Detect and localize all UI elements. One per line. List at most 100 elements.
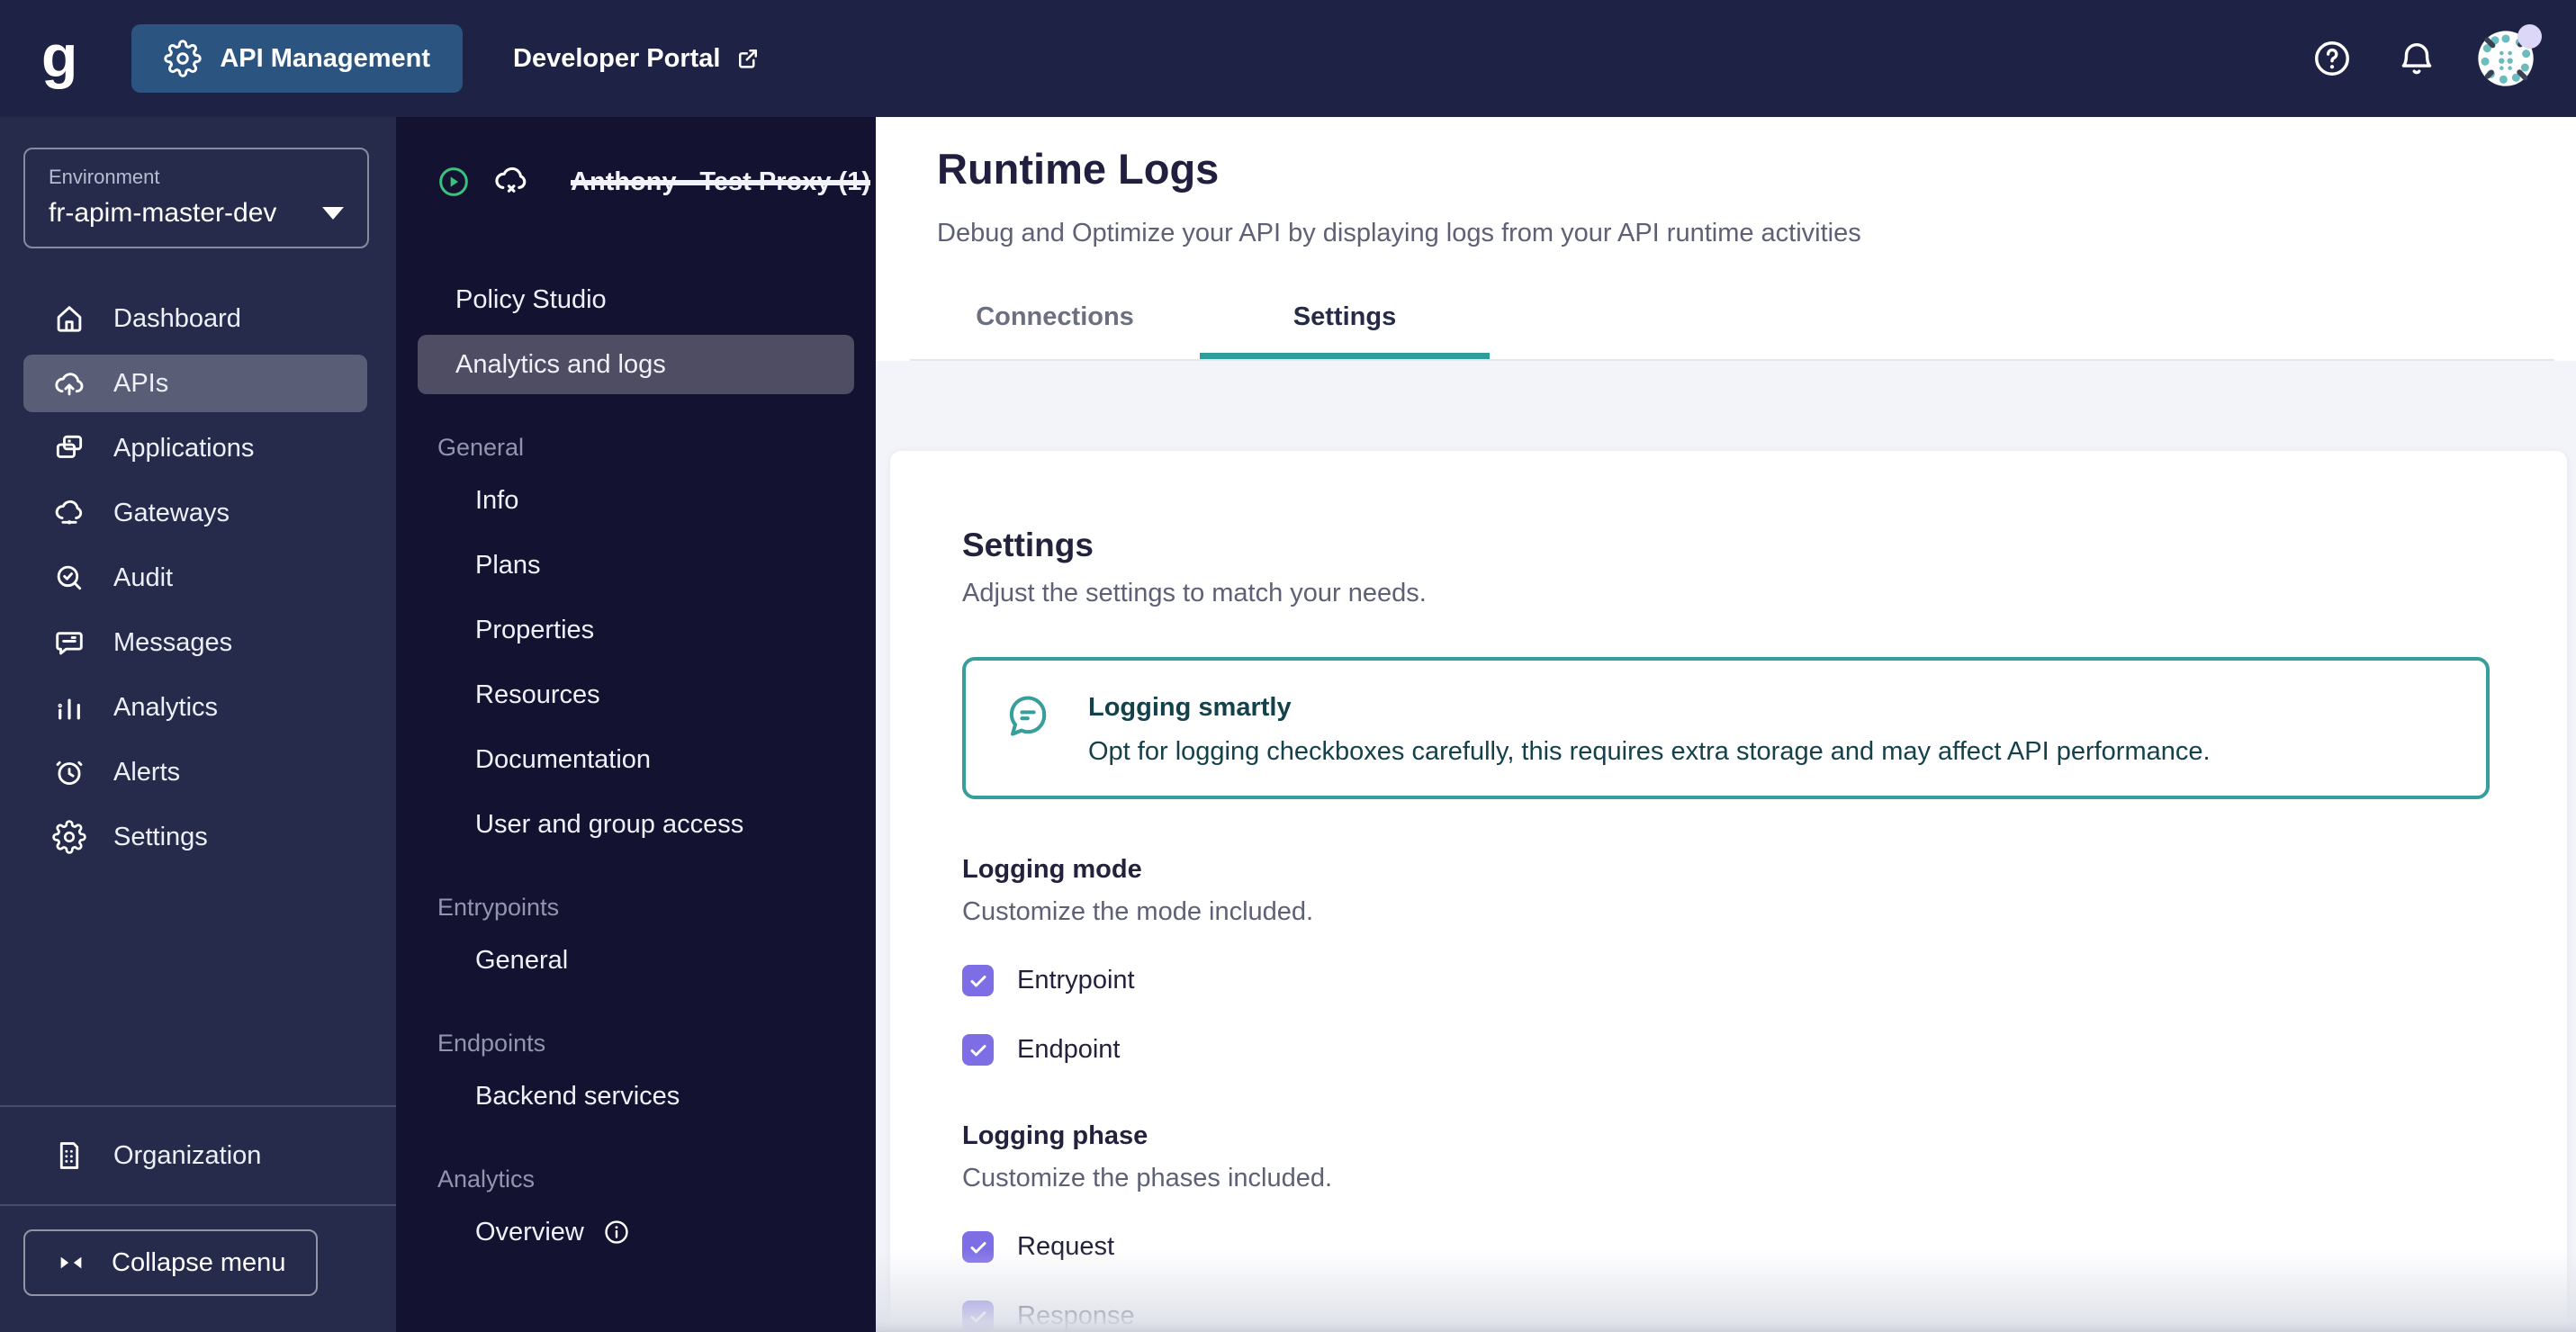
tab-connections[interactable]: Connections <box>910 302 1200 359</box>
logging-smartly-callout: Logging smartly Opt for logging checkbox… <box>962 657 2490 799</box>
chat-bubble-icon <box>1002 689 1054 742</box>
sidebar-item-applications[interactable]: Applications <box>23 419 367 477</box>
collapse-menu-label: Collapse menu <box>112 1247 286 1277</box>
api-menu-item-plans[interactable]: Plans <box>418 536 854 595</box>
collapse-icon <box>56 1247 86 1278</box>
divider <box>0 1204 396 1206</box>
api-menu-item-backend-services[interactable]: Backend services <box>418 1066 854 1126</box>
group-title: Logging phase <box>962 1121 1148 1150</box>
applications-icon <box>52 431 86 465</box>
sidebar-item-label: Gateways <box>113 498 230 527</box>
group-subtitle: Customize the mode included. <box>962 897 1314 926</box>
sidebar-item-settings[interactable]: Settings <box>23 808 367 866</box>
avatar[interactable] <box>2477 24 2542 87</box>
developer-portal-link[interactable]: Developer Portal <box>513 44 761 74</box>
sidebar-item-label: Messages <box>113 627 233 657</box>
external-link-icon <box>734 45 761 72</box>
api-menu: Anthony - Test Proxy (1) Policy Studio A… <box>396 117 876 1332</box>
page-subtitle: Debug and Optimize your API by displayin… <box>937 219 1861 248</box>
logging-phase-group: Logging phase Customize the phases inclu… <box>962 1121 2495 1332</box>
cloud-upload-icon <box>52 366 86 400</box>
api-menu-item-documentation[interactable]: Documentation <box>418 730 854 789</box>
tab-settings[interactable]: Settings <box>1200 302 1490 359</box>
sidebar-item-alerts[interactable]: Alerts <box>23 743 367 801</box>
api-menu-section-entrypoints: Entrypoints <box>437 894 560 921</box>
notifications-icon[interactable] <box>2396 38 2437 79</box>
checkbox-label: Entrypoint <box>1017 966 1135 994</box>
environment-label: Environment <box>49 166 160 188</box>
api-menu-item-info[interactable]: Info <box>418 471 854 530</box>
tabs-bar: Connections Settings <box>910 302 2554 361</box>
checkbox-label: Request <box>1017 1232 1115 1261</box>
gear-icon <box>164 40 203 77</box>
environment-select[interactable]: Environment fr-apim-master-dev <box>23 148 369 248</box>
sidebar-item-label: Organization <box>113 1140 262 1170</box>
sidebar-item-label: Alerts <box>113 757 181 787</box>
not-deployed-icon <box>491 162 531 202</box>
sidebar-item-label: Settings <box>113 822 208 851</box>
cloud-gateway-icon <box>52 496 86 530</box>
sidebar-item-audit[interactable]: Audit <box>23 549 367 607</box>
api-management-label: API Management <box>220 43 430 73</box>
bar-chart-icon <box>52 690 86 724</box>
api-menu-item-analytics-and-logs[interactable]: Analytics and logs <box>418 335 854 394</box>
topbar: g API Management Developer Portal <box>0 0 2576 117</box>
alarm-icon <box>52 755 86 789</box>
home-icon <box>52 302 86 336</box>
gear-icon <box>52 820 86 854</box>
endpoint-checkbox[interactable] <box>962 1034 994 1066</box>
sidebar-item-analytics[interactable]: Analytics <box>23 679 367 736</box>
sidebar-item-messages[interactable]: Messages <box>23 614 367 671</box>
message-icon <box>52 626 86 660</box>
environment-value: fr-apim-master-dev <box>49 198 277 228</box>
settings-subheading: Adjust the settings to match your needs. <box>962 579 1427 608</box>
sidebar-item-gateways[interactable]: Gateways <box>23 484 367 542</box>
settings-heading: Settings <box>962 526 1094 563</box>
sidebar-item-label: Analytics <box>113 692 219 722</box>
chevron-down-icon <box>322 207 344 220</box>
sidebar-item-label: Dashboard <box>113 303 241 333</box>
status-badge <box>2517 24 2542 49</box>
api-menu-item-user-and-group-access[interactable]: User and group access <box>418 795 854 854</box>
sidebar-item-label: APIs <box>113 368 169 398</box>
group-subtitle: Customize the phases included. <box>962 1164 1333 1192</box>
help-icon[interactable] <box>2311 38 2353 79</box>
sidebar-item-apis[interactable]: APIs <box>23 355 367 412</box>
api-menu-item-overview[interactable]: Overview <box>418 1202 854 1262</box>
main-content: Runtime Logs Debug and Optimize your API… <box>876 117 2576 1332</box>
api-menu-item-resources[interactable]: Resources <box>418 665 854 724</box>
api-management-button[interactable]: API Management <box>131 24 463 93</box>
request-option: Request <box>962 1231 2495 1263</box>
info-icon[interactable] <box>602 1218 631 1246</box>
endpoint-option: Endpoint <box>962 1034 2495 1066</box>
gravitee-logo[interactable]: g <box>41 26 77 86</box>
api-menu-item-policy-studio[interactable]: Policy Studio <box>418 270 854 329</box>
response-checkbox[interactable] <box>962 1300 994 1332</box>
callout-title: Logging smartly <box>1088 693 1292 722</box>
api-menu-item-entrypoints-general[interactable]: General <box>418 931 854 990</box>
checkbox-label: Response <box>1017 1301 1135 1330</box>
divider <box>0 1105 396 1107</box>
page-title: Runtime Logs <box>937 145 1220 193</box>
sidebar-item-dashboard[interactable]: Dashboard <box>23 290 367 347</box>
sidebar-item-label: Applications <box>113 433 255 463</box>
api-menu-section-analytics: Analytics <box>437 1166 536 1192</box>
api-menu-section-endpoints: Endpoints <box>437 1030 546 1057</box>
entrypoint-option: Entrypoint <box>962 965 2495 996</box>
sidebar-item-label: Audit <box>113 562 174 592</box>
checkbox-label: Endpoint <box>1017 1035 1121 1064</box>
developer-portal-label: Developer Portal <box>513 43 721 73</box>
api-name: Anthony - Test Proxy (1) <box>571 166 870 196</box>
sidebar-item-organization[interactable]: Organization <box>23 1127 367 1184</box>
primary-sidebar: Environment fr-apim-master-dev Dashboard <box>0 117 396 1332</box>
request-checkbox[interactable] <box>962 1231 994 1263</box>
response-option: Response <box>962 1300 2495 1332</box>
collapse-menu-button[interactable]: Collapse menu <box>23 1229 319 1296</box>
group-title: Logging mode <box>962 855 1142 884</box>
entrypoint-checkbox[interactable] <box>962 965 994 996</box>
api-menu-item-properties[interactable]: Properties <box>418 600 854 660</box>
start-status-icon <box>436 164 472 200</box>
organization-icon <box>52 1138 86 1173</box>
audit-search-icon <box>52 561 86 595</box>
settings-card: Settings Adjust the settings to match yo… <box>890 451 2567 1332</box>
